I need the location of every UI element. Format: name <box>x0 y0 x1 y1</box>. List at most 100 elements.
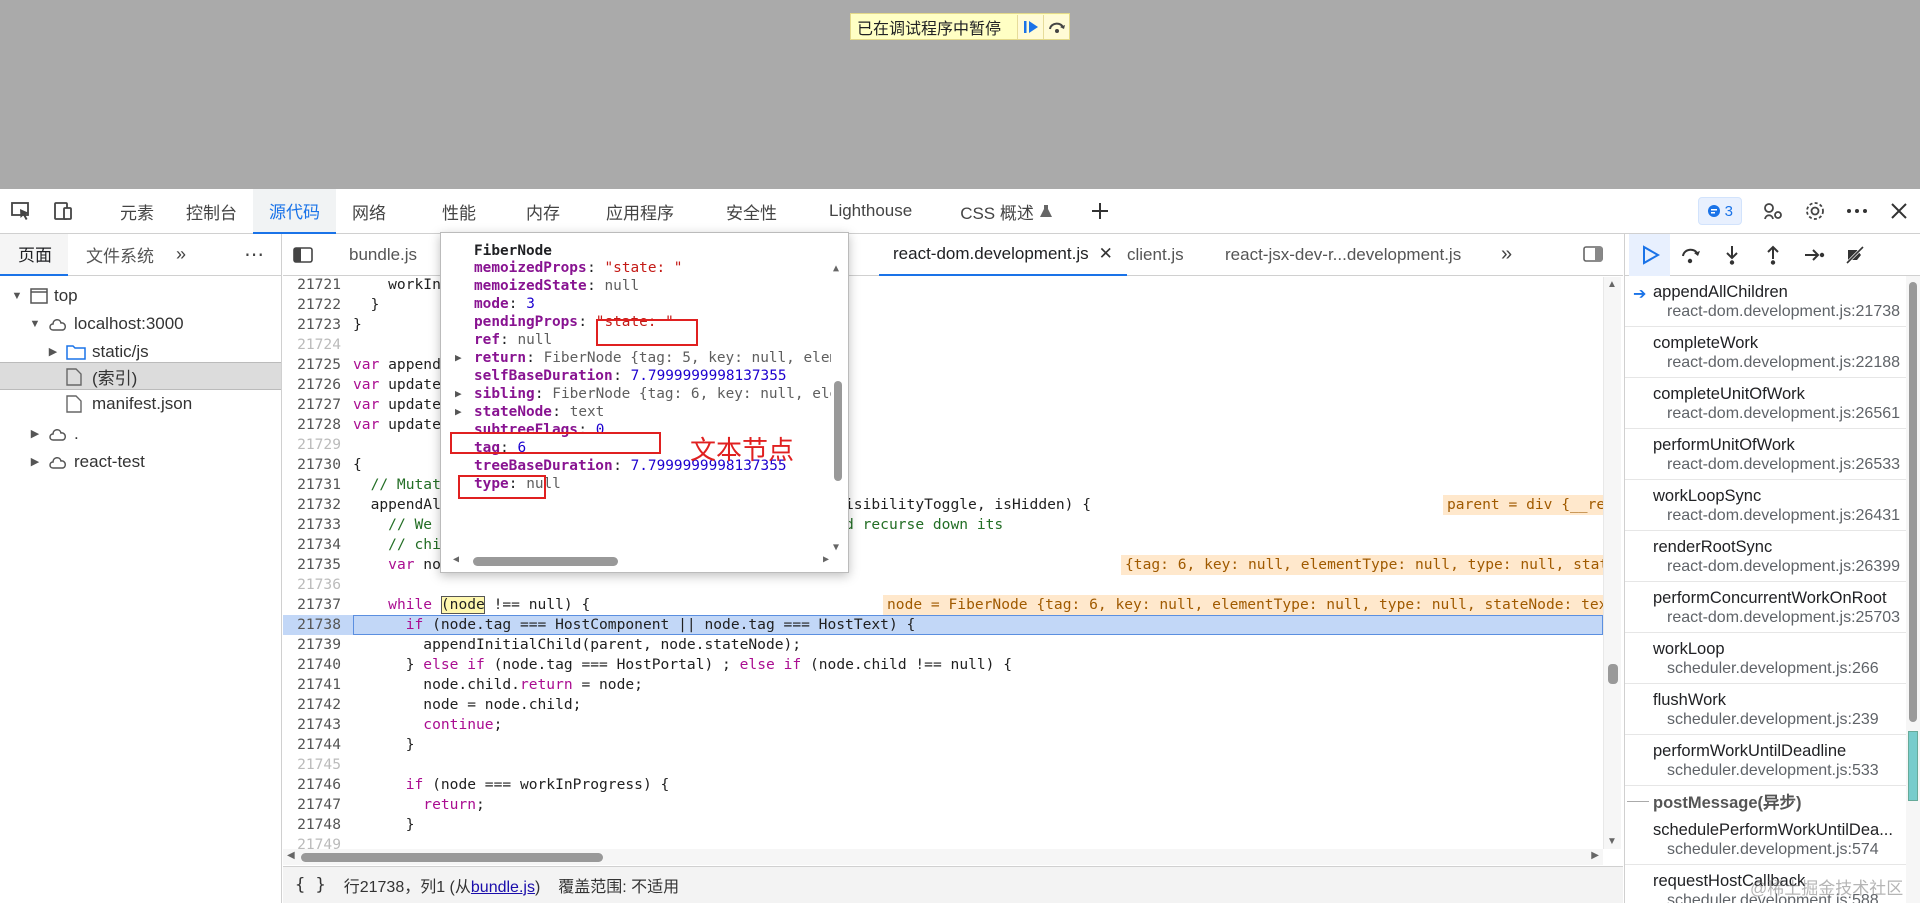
line-number[interactable]: 21726 <box>283 375 341 395</box>
line-number[interactable]: 21725 <box>283 355 341 375</box>
code-line[interactable]: 21745 <box>283 755 1603 775</box>
call-frame[interactable]: workLoopSync react-dom.development.js:264… <box>1625 480 1920 531</box>
tab-performance[interactable]: 性能 <box>426 189 492 234</box>
toggle-debugger-icon[interactable] <box>1583 246 1603 267</box>
call-frame-location[interactable]: scheduler.development.js:574 <box>1667 841 1879 859</box>
code-line[interactable]: 21736 <box>283 575 1603 595</box>
close-tab-icon[interactable]: ✕ <box>1099 244 1113 264</box>
tree-item-static-js[interactable]: ▶ static/js <box>46 338 149 365</box>
call-frame[interactable]: completeUnitOfWork react-dom.development.… <box>1625 378 1920 429</box>
resume-script-button[interactable] <box>1629 234 1670 276</box>
editor-vertical-scrollbar[interactable]: ▲ ▼ <box>1603 277 1621 849</box>
more-editor-tabs-icon[interactable]: » <box>1501 243 1512 266</box>
line-number[interactable]: 21721 <box>283 277 341 295</box>
scroll-left-arrow[interactable]: ◀ <box>287 850 295 861</box>
line-number[interactable]: 21735 <box>283 555 341 575</box>
more-navigator-tabs-icon[interactable]: » <box>176 244 186 265</box>
tree-item-manifest[interactable]: manifest.json <box>66 390 192 417</box>
line-number[interactable]: 21728 <box>283 415 341 435</box>
tree-item-top[interactable]: ▼ top <box>10 282 78 309</box>
code-line[interactable]: 21737 while (node !== null) {node = Fibe… <box>283 595 1603 615</box>
line-number[interactable]: 21736 <box>283 575 341 595</box>
line-number[interactable]: 21748 <box>283 815 341 835</box>
line-number[interactable]: 21724 <box>283 335 341 355</box>
call-frame-location[interactable]: react-dom.development.js:26533 <box>1667 456 1900 474</box>
inspect-element-button[interactable] <box>0 189 42 234</box>
line-number[interactable]: 21729 <box>283 435 341 455</box>
call-frame-location[interactable]: react-dom.development.js:26399 <box>1667 558 1900 576</box>
step-into-button[interactable] <box>1711 234 1752 276</box>
editor-tab-jsx-dev-runtime[interactable]: react-jsx-dev-r...development.js <box>1211 234 1475 276</box>
call-frame-location[interactable]: react-dom.development.js:25703 <box>1667 609 1900 627</box>
call-frame[interactable]: completeWork react-dom.development.js:221… <box>1625 327 1920 378</box>
line-number[interactable]: 21730 <box>283 455 341 475</box>
popover-vertical-scrollbar[interactable]: ▲ ▼ <box>828 263 848 553</box>
line-number[interactable]: 21722 <box>283 295 341 315</box>
line-number[interactable]: 21745 <box>283 755 341 775</box>
line-number[interactable]: 21741 <box>283 675 341 695</box>
tree-item-react-test[interactable]: ▶ react-test <box>28 448 145 475</box>
call-frame[interactable]: workLoop scheduler.development.js:266 <box>1625 633 1920 684</box>
code-line[interactable]: 21748 } <box>283 815 1603 835</box>
line-number[interactable]: 21744 <box>283 735 341 755</box>
close-devtools-button[interactable] <box>1878 189 1920 234</box>
call-frame-location[interactable]: scheduler.development.js:266 <box>1667 660 1879 678</box>
call-frame[interactable]: performWorkUntilDeadline scheduler.develo… <box>1625 735 1920 786</box>
call-frame[interactable]: schedulePerformWorkUntilDea... scheduler.… <box>1625 814 1920 865</box>
code-line[interactable]: 21740 } else if (node.tag === HostPortal… <box>283 655 1603 675</box>
line-number[interactable]: 21740 <box>283 655 341 675</box>
tab-css-overview[interactable]: CSS 概述 <box>944 189 1069 234</box>
scroll-right-arrow[interactable]: ▶ <box>823 554 829 565</box>
editor-tab-client[interactable]: client.js <box>1113 234 1198 276</box>
line-number[interactable]: 21749 <box>283 835 341 849</box>
code-line[interactable]: 21738 if (node.tag === HostComponent || … <box>283 615 1603 635</box>
call-stack-scrollbar[interactable] <box>1906 276 1920 903</box>
settings-button[interactable] <box>1794 189 1836 234</box>
line-number[interactable]: 21742 <box>283 695 341 715</box>
resume-button[interactable] <box>1017 14 1043 39</box>
scroll-thumb[interactable] <box>473 557 618 566</box>
tree-item-dot[interactable]: ▶ . <box>28 420 79 447</box>
scroll-left-arrow[interactable]: ◀ <box>453 554 459 565</box>
scroll-thumb[interactable] <box>301 853 603 862</box>
editor-tab-react-dom[interactable]: react-dom.development.js ✕ <box>879 234 1127 276</box>
tab-memory[interactable]: 内存 <box>510 189 576 234</box>
toggle-navigator-button[interactable] <box>283 234 323 276</box>
scroll-up-arrow[interactable]: ▲ <box>833 263 839 274</box>
more-options-button[interactable] <box>1836 189 1878 234</box>
call-frame[interactable]: ➔ appendAllChildren react-dom.development.… <box>1625 276 1920 327</box>
line-number[interactable]: 21737 <box>283 595 341 615</box>
call-frame-location[interactable]: scheduler.development.js:533 <box>1667 762 1879 780</box>
tab-console[interactable]: 控制台 <box>170 189 253 234</box>
call-frame[interactable]: performUnitOfWork react-dom.development.j… <box>1625 429 1920 480</box>
editor-tab-bundle[interactable]: bundle.js <box>335 234 431 276</box>
line-number[interactable]: 21733 <box>283 515 341 535</box>
code-line[interactable]: 21743 continue; <box>283 715 1603 735</box>
line-number[interactable]: 21738 <box>283 615 341 635</box>
line-number[interactable]: 21723 <box>283 315 341 335</box>
scroll-thumb[interactable] <box>834 381 842 481</box>
tab-security[interactable]: 安全性 <box>710 189 793 234</box>
code-line[interactable]: 21747 return; <box>283 795 1603 815</box>
tree-item-localhost[interactable]: ▼ localhost:3000 <box>28 310 184 337</box>
tab-page[interactable]: 页面 <box>0 233 68 276</box>
source-map-link[interactable]: bundle.js <box>471 879 535 896</box>
scroll-thumb[interactable] <box>1608 664 1618 684</box>
issues-counter[interactable]: 3 <box>1697 197 1742 225</box>
call-frame-location[interactable]: react-dom.development.js:26431 <box>1667 507 1900 525</box>
navigator-menu-icon[interactable]: ⋯ <box>244 242 265 267</box>
tab-application[interactable]: 应用程序 <box>590 189 690 234</box>
object-preview-popover[interactable]: FiberNode memoizedProps "state: ": memoize… <box>440 232 849 573</box>
scroll-down-arrow[interactable]: ▼ <box>1607 836 1617 847</box>
line-number[interactable]: 21746 <box>283 775 341 795</box>
deactivate-breakpoints-button[interactable] <box>1834 234 1875 276</box>
more-tabs-button[interactable] <box>1079 189 1121 234</box>
call-frame-location[interactable]: react-dom.development.js:21738 <box>1667 303 1900 321</box>
scroll-right-arrow[interactable]: ▶ <box>1591 850 1599 861</box>
line-number[interactable]: 21731 <box>283 475 341 495</box>
scroll-thumb[interactable] <box>1909 282 1917 722</box>
call-frame-location[interactable]: scheduler.development.js:239 <box>1667 711 1879 729</box>
tab-lighthouse[interactable]: Lighthouse <box>813 189 928 234</box>
popover-horizontal-scrollbar[interactable]: ◀ ▶ <box>451 551 831 571</box>
step-button[interactable] <box>1793 234 1834 276</box>
